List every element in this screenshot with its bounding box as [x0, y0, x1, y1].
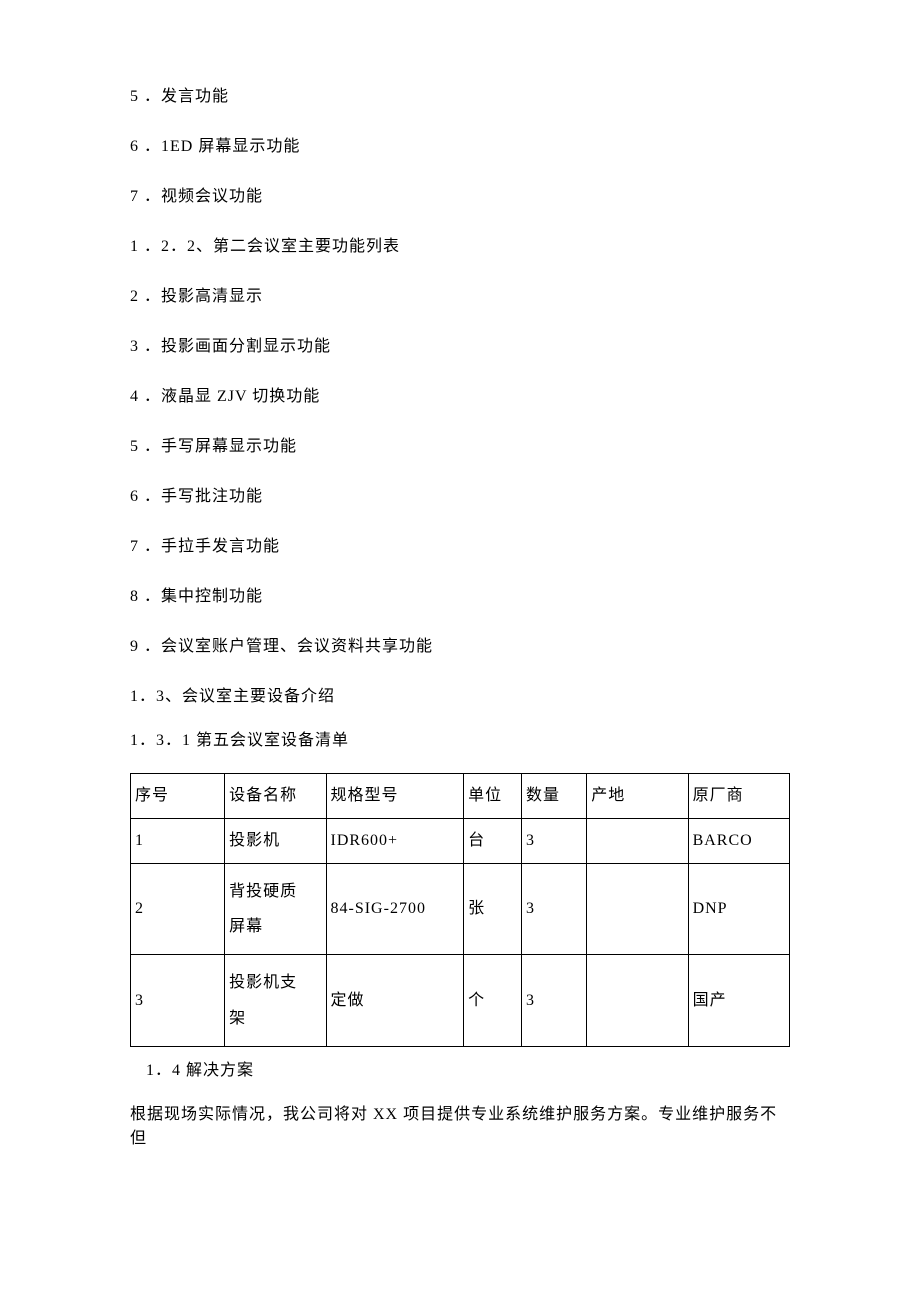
section-heading: 1．4 解决方案 — [130, 1059, 790, 1083]
col-vendor: 原厂商 — [688, 774, 789, 819]
table-row: 3 投影机支架 定做 个 3 国产 — [131, 955, 790, 1046]
cell-model: IDR600+ — [326, 819, 464, 864]
cell-seq: 2 — [131, 864, 225, 955]
col-unit: 单位 — [464, 774, 522, 819]
cell-model: 定做 — [326, 955, 464, 1046]
cell-origin — [587, 955, 688, 1046]
body-text: 根据现场实际情况，我公司将对 XX 项目提供专业系统维护服务方案。专业维护服务不… — [130, 1103, 790, 1151]
cell-name: 投影机 — [225, 819, 326, 864]
cell-seq: 1 — [131, 819, 225, 864]
list-item: 1 ．2．2、第二会议室主要功能列表 — [130, 235, 790, 259]
cell-vendor: 国产 — [688, 955, 789, 1046]
cell-vendor: DNP — [688, 864, 789, 955]
section-subheading: 1．3．1 第五会议室设备清单 — [130, 729, 790, 753]
cell-origin — [587, 864, 688, 955]
col-name: 设备名称 — [225, 774, 326, 819]
list-item: 8 ．集中控制功能 — [130, 585, 790, 609]
col-qty: 数量 — [522, 774, 587, 819]
table-row: 2 背投硬质屏幕 84-SIG-2700 张 3 DNP — [131, 864, 790, 955]
list-item: 5 ．手写屏幕显示功能 — [130, 435, 790, 459]
list-item: 6 ．手写批注功能 — [130, 485, 790, 509]
cell-name: 背投硬质屏幕 — [225, 864, 326, 955]
section-heading: 1．3、会议室主要设备介绍 — [130, 685, 790, 709]
cell-qty: 3 — [522, 955, 587, 1046]
cell-vendor: BARCO — [688, 819, 789, 864]
cell-origin — [587, 819, 688, 864]
cell-name: 投影机支架 — [225, 955, 326, 1046]
cell-unit: 台 — [464, 819, 522, 864]
list-item: 7 ．视频会议功能 — [130, 185, 790, 209]
col-origin: 产地 — [587, 774, 688, 819]
col-model: 规格型号 — [326, 774, 464, 819]
table-header-row: 序号 设备名称 规格型号 单位 数量 产地 原厂商 — [131, 774, 790, 819]
col-seq: 序号 — [131, 774, 225, 819]
list-item: 5 ．发言功能 — [130, 85, 790, 109]
cell-unit: 个 — [464, 955, 522, 1046]
equipment-table: 序号 设备名称 规格型号 单位 数量 产地 原厂商 1 投影机 IDR600+ … — [130, 773, 790, 1047]
document-page: 5 ．发言功能 6 ．1ED 屏幕显示功能 7 ．视频会议功能 1 ．2．2、第… — [0, 0, 920, 1301]
list-item: 9 ．会议室账户管理、会议资料共享功能 — [130, 635, 790, 659]
list-item: 3 ．投影画面分割显示功能 — [130, 335, 790, 359]
cell-qty: 3 — [522, 819, 587, 864]
cell-qty: 3 — [522, 864, 587, 955]
cell-seq: 3 — [131, 955, 225, 1046]
cell-model: 84-SIG-2700 — [326, 864, 464, 955]
list-item: 7 ．手拉手发言功能 — [130, 535, 790, 559]
list-item: 2 ．投影高清显示 — [130, 285, 790, 309]
table-row: 1 投影机 IDR600+ 台 3 BARCO — [131, 819, 790, 864]
list-item: 6 ．1ED 屏幕显示功能 — [130, 135, 790, 159]
list-item: 4 ．液晶显 ZJV 切换功能 — [130, 385, 790, 409]
cell-unit: 张 — [464, 864, 522, 955]
